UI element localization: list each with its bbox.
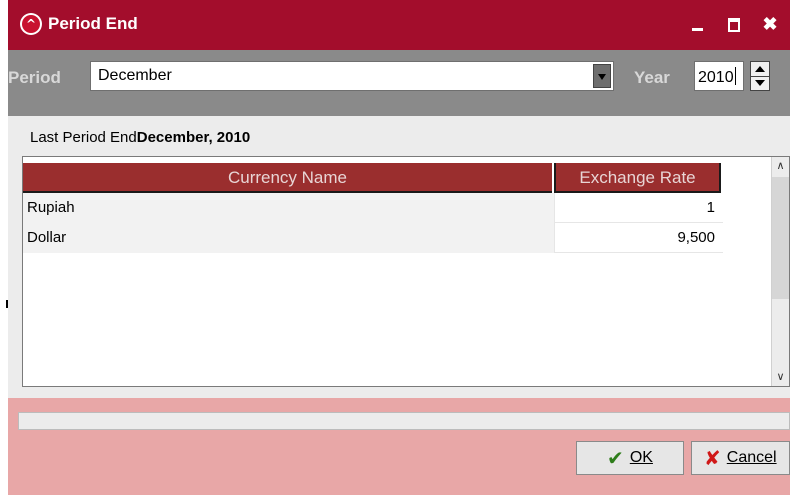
cancel-label: Cancel xyxy=(726,449,777,466)
last-period-end: Last Period EndDecember, 2010 xyxy=(30,129,250,146)
year-label: Year xyxy=(634,68,670,87)
ok-label: OK xyxy=(629,449,653,466)
text-cursor xyxy=(734,67,736,85)
scroll-up-icon[interactable]: ∧ xyxy=(772,157,789,175)
table-row[interactable]: Dollar 9,500 xyxy=(23,223,723,253)
close-icon: ✖ xyxy=(762,14,778,34)
spin-up-icon[interactable] xyxy=(751,62,769,77)
minimize-icon xyxy=(692,28,703,31)
currency-name-cell[interactable]: Dollar xyxy=(23,223,554,253)
period-toolbar: Period December Year 2010 xyxy=(8,50,790,116)
maximize-button[interactable] xyxy=(724,14,744,34)
vertical-scrollbar[interactable]: ∧ ∨ xyxy=(771,157,789,386)
dialog-footer: ✔ OK ✘ Cancel xyxy=(8,398,790,495)
last-period-value: December, 2010 xyxy=(136,129,251,146)
exchange-rate-cell[interactable]: 9,500 xyxy=(554,223,721,253)
close-button[interactable]: ✖ xyxy=(760,14,780,34)
currency-grid[interactable]: Currency Name Exchange Rate Rupiah 1 Dol… xyxy=(22,156,790,387)
period-value: December xyxy=(98,67,172,84)
currency-name-cell[interactable]: Rupiah xyxy=(23,193,554,223)
scroll-down-icon[interactable]: ∨ xyxy=(772,368,789,386)
exchange-rate-cell[interactable]: 1 xyxy=(554,193,721,223)
period-dropdown[interactable]: December xyxy=(90,61,614,91)
dropdown-arrow-icon[interactable] xyxy=(593,64,611,88)
year-value: 2010 xyxy=(698,69,734,86)
column-header-currency-name[interactable]: Currency Name xyxy=(23,163,552,193)
period-label: Period xyxy=(8,68,61,87)
title-bar[interactable]: ^ Period End ✖ xyxy=(8,0,790,50)
column-header-exchange-rate[interactable]: Exchange Rate xyxy=(554,163,721,193)
last-period-label: Last Period End xyxy=(30,129,137,146)
progress-bar xyxy=(18,412,790,430)
window-title: Period End xyxy=(48,14,138,33)
period-end-window: ^ Period End ✖ Period December Year 2010… xyxy=(8,0,790,495)
cancel-x-icon: ✘ xyxy=(704,446,721,470)
year-input[interactable]: 2010 xyxy=(694,61,744,91)
table-row[interactable]: Rupiah 1 xyxy=(23,193,723,223)
maximize-icon xyxy=(728,18,740,32)
year-spinner[interactable] xyxy=(750,61,770,91)
spin-down-icon[interactable] xyxy=(751,76,769,90)
cancel-button[interactable]: ✘ Cancel xyxy=(691,441,790,475)
app-logo-icon: ^ xyxy=(20,13,42,35)
scroll-thumb[interactable] xyxy=(772,177,789,299)
checkmark-icon: ✔ xyxy=(607,446,624,470)
minimize-button[interactable] xyxy=(688,14,708,34)
ok-button[interactable]: ✔ OK xyxy=(576,441,684,475)
